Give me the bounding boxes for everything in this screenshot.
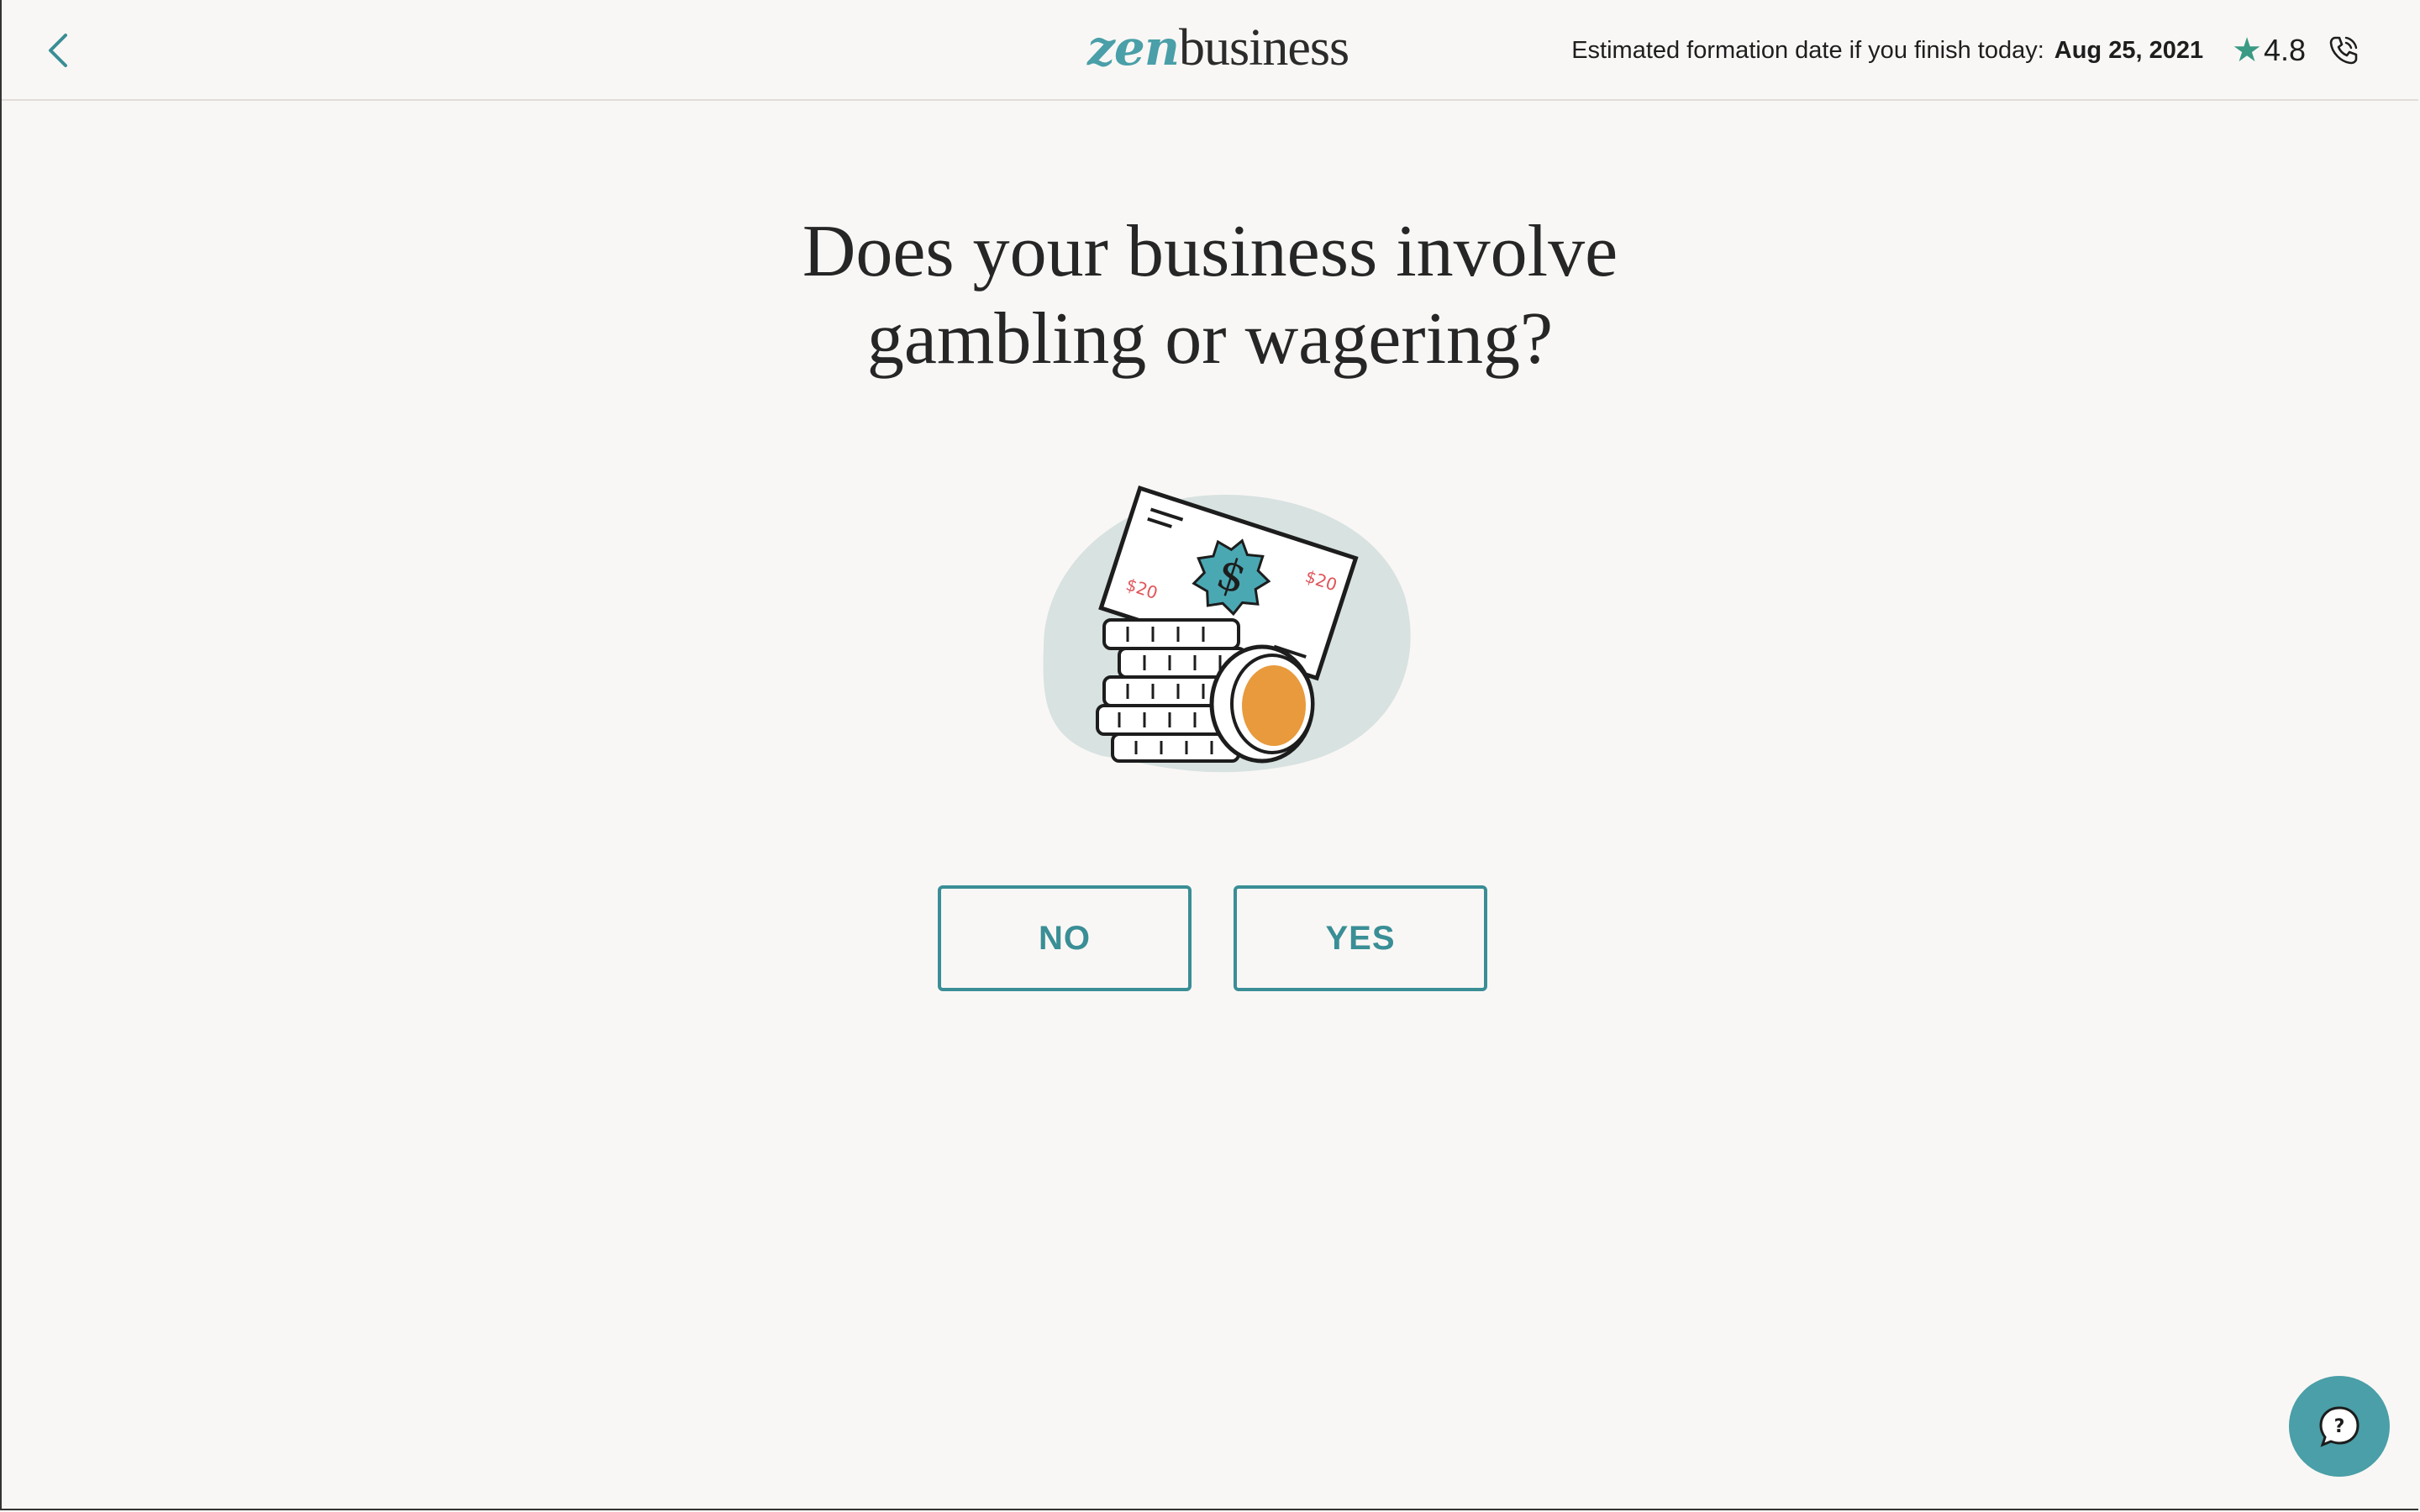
formation-date-label: Estimated formation date if you finish t… [1571, 36, 2044, 64]
question-heading: Does your business involve gambling or w… [2, 208, 2418, 383]
help-glyph: ? [2334, 1416, 2345, 1437]
money-illustration-icon: $20 $20 $ [1043, 485, 1411, 773]
star-icon: ★ [2232, 32, 2262, 69]
zenbusiness-logo[interactable]: zen business [1087, 18, 1349, 77]
rating-value: 4.8 [2263, 33, 2306, 67]
yes-button[interactable]: YES [1234, 885, 1487, 991]
header-meta: Estimated formation date if you finish t… [1571, 30, 2360, 71]
logo-zen: zen [1087, 19, 1180, 76]
phone-icon[interactable] [2328, 34, 2360, 66]
help-chat-button[interactable]: ? [2289, 1376, 2390, 1477]
app-frame: zen business Estimated formation date if … [0, 0, 2418, 1510]
back-chevron-icon[interactable] [44, 32, 74, 69]
question-line-1: Does your business involve [802, 211, 1618, 292]
chat-help-icon: ? [2319, 1406, 2360, 1447]
no-button[interactable]: NO [938, 885, 1192, 991]
header: zen business Estimated formation date if … [2, 0, 2418, 101]
formation-date-value: Aug 25, 2021 [2054, 36, 2204, 64]
question-line-2: gambling or wagering? [866, 298, 1554, 380]
logo-business: business [1179, 19, 1349, 76]
